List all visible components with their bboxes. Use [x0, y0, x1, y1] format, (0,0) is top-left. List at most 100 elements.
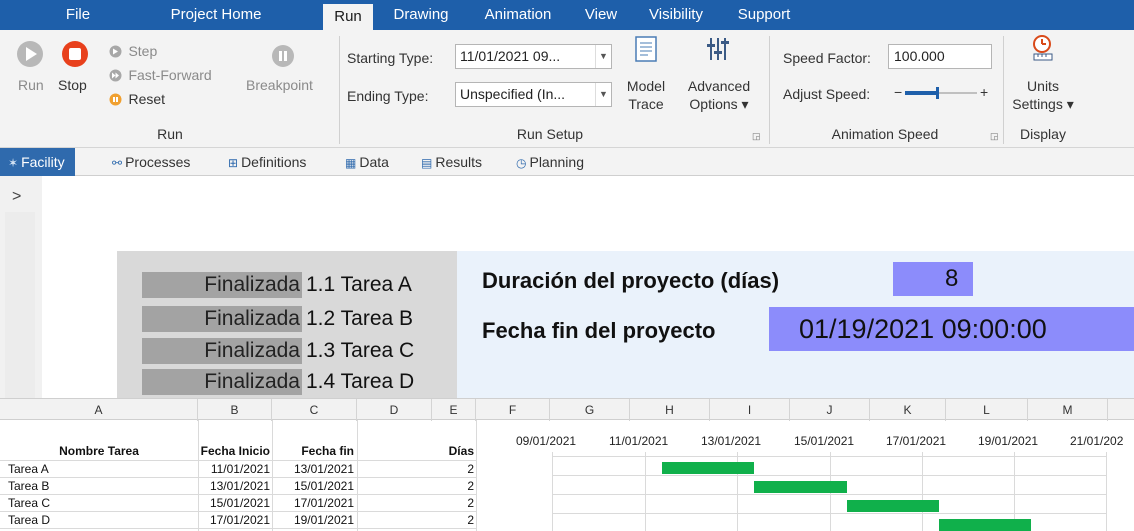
- units-settings-button[interactable]: [1031, 34, 1055, 67]
- cell-end-date[interactable]: 13/01/2021: [272, 461, 354, 478]
- breakpoint-label: Breakpoint: [246, 77, 313, 93]
- column-header[interactable]: M: [1028, 399, 1108, 421]
- model-trace-button[interactable]: [635, 36, 657, 67]
- column-header[interactable]: K: [870, 399, 946, 421]
- fast-forward-button[interactable]: Fast-Forward: [109, 67, 212, 85]
- menu-drawing[interactable]: Drawing: [386, 0, 456, 30]
- starting-type-combo[interactable]: 11/01/2021 09... ▼: [455, 44, 612, 69]
- ending-type-combo[interactable]: Unspecified (In... ▼: [455, 82, 612, 107]
- menu-visibility[interactable]: Visibility: [640, 0, 712, 30]
- ribbon: Run Stop Step Fast-Forward Reset Breakpo…: [0, 30, 1134, 148]
- column-header[interactable]: F: [476, 399, 550, 421]
- cell-start-date[interactable]: 17/01/2021: [198, 512, 270, 529]
- cell-task-name[interactable]: Tarea D: [8, 512, 50, 529]
- column-header[interactable]: H: [630, 399, 710, 421]
- tab-planning[interactable]: ◷ Planning: [516, 150, 584, 174]
- tab-definitions[interactable]: ⊞ Definitions: [228, 150, 306, 174]
- tab-facility[interactable]: ✶ Facility: [0, 148, 75, 176]
- grid-line: [476, 420, 477, 531]
- gantt-grid-line: [552, 494, 1106, 495]
- run-button[interactable]: [16, 40, 44, 73]
- chevron-down-icon[interactable]: ▼: [595, 83, 611, 106]
- end-date-label: Fecha fin del proyecto: [482, 318, 716, 343]
- column-header[interactable]: G: [550, 399, 630, 421]
- duration-value: 8: [893, 262, 973, 296]
- tab-data[interactable]: ▦ Data: [345, 150, 389, 174]
- menu-view[interactable]: View: [577, 0, 625, 30]
- column-header[interactable]: J: [790, 399, 870, 421]
- cell-days[interactable]: 2: [432, 461, 474, 478]
- cell-days[interactable]: 2: [432, 495, 474, 512]
- task-state: Finalizada: [142, 272, 302, 298]
- cell-days[interactable]: 2: [432, 478, 474, 495]
- task-state: Finalizada: [142, 369, 302, 395]
- header-start[interactable]: Fecha Inicio: [198, 443, 270, 460]
- task-state: Finalizada: [142, 306, 302, 332]
- planning-icon: ◷: [516, 156, 527, 170]
- gantt-date-label: 19/01/2021: [978, 434, 1039, 448]
- column-header[interactable]: E: [432, 399, 476, 421]
- menu-bar: File Project Home Run Drawing Animation …: [0, 0, 1134, 30]
- dialog-launcher-icon[interactable]: ◲: [752, 131, 761, 142]
- column-header[interactable]: I: [710, 399, 790, 421]
- header-days[interactable]: Días: [432, 443, 474, 460]
- column-header[interactable]: C: [272, 399, 357, 421]
- chevron-down-icon[interactable]: ▼: [595, 45, 611, 68]
- cell-end-date[interactable]: 19/01/2021: [272, 512, 354, 529]
- advanced-options-button[interactable]: [706, 36, 730, 67]
- gantt-grid-line: [645, 452, 646, 531]
- column-header[interactable]: L: [946, 399, 1028, 421]
- column-header[interactable]: B: [198, 399, 272, 421]
- menu-run[interactable]: Run: [323, 4, 373, 30]
- breakpoint-button[interactable]: [271, 44, 295, 73]
- menu-support[interactable]: Support: [728, 0, 800, 30]
- gantt-grid-line: [552, 475, 1106, 476]
- speed-slider[interactable]: [905, 86, 977, 100]
- step-button[interactable]: Step: [109, 43, 157, 61]
- data-icon: ▦: [345, 156, 357, 170]
- tab-processes[interactable]: ⚯ Processes: [112, 150, 190, 174]
- gantt-date-label: 21/01/202: [1070, 434, 1124, 448]
- document-tabs: ✶ Facility ⚯ Processes ⊞ Definitions ▦ Data …: [0, 148, 1134, 176]
- menu-project-home[interactable]: Project Home: [158, 0, 274, 30]
- display-group-label: Display: [1020, 126, 1066, 142]
- header-name[interactable]: Nombre Tarea: [0, 443, 198, 460]
- run-setup-group-label: Run Setup: [516, 126, 584, 142]
- reset-label: Reset: [128, 91, 166, 107]
- cell-task-name[interactable]: Tarea C: [8, 495, 50, 512]
- header-end[interactable]: Fecha fin: [272, 443, 354, 460]
- stop-button[interactable]: [61, 40, 89, 73]
- speed-increase-button[interactable]: +: [980, 84, 988, 100]
- cell-end-date[interactable]: 15/01/2021: [272, 478, 354, 495]
- column-header[interactable]: D: [357, 399, 432, 421]
- task-name: 1.3 Tarea C: [306, 339, 415, 362]
- model-trace-icon: [635, 36, 657, 62]
- tab-planning-label: Planning: [529, 154, 584, 170]
- slider-thumb[interactable]: [936, 87, 940, 99]
- speed-decrease-button[interactable]: −: [894, 84, 902, 100]
- breakpoint-icon: [272, 45, 294, 67]
- menu-animation[interactable]: Animation: [474, 0, 562, 30]
- cell-days[interactable]: 2: [432, 512, 474, 529]
- task-state: Finalizada: [142, 338, 302, 364]
- play-icon: [17, 41, 43, 67]
- cell-start-date[interactable]: 11/01/2021: [198, 461, 270, 478]
- cell-task-name[interactable]: Tarea B: [8, 478, 49, 495]
- column-header[interactable]: A: [0, 399, 198, 421]
- tab-results[interactable]: ▤ Results: [421, 150, 482, 174]
- cell-start-date[interactable]: 13/01/2021: [198, 478, 270, 495]
- tab-processes-label: Processes: [125, 154, 191, 170]
- reset-button[interactable]: Reset: [109, 91, 165, 109]
- units-settings-label-1: Units: [1027, 78, 1059, 94]
- menu-file[interactable]: File: [54, 0, 102, 30]
- cell-end-date[interactable]: 17/01/2021: [272, 495, 354, 512]
- speed-factor-input[interactable]: 100.000: [888, 44, 992, 69]
- units-settings-label-2: Settings ▾: [1012, 96, 1074, 112]
- stop-label: Stop: [58, 77, 87, 93]
- cell-start-date[interactable]: 15/01/2021: [198, 495, 270, 512]
- gantt-date-label: 17/01/2021: [886, 434, 947, 448]
- gantt-grid-line: [552, 452, 553, 531]
- cell-task-name[interactable]: Tarea A: [8, 461, 49, 478]
- expand-panel-button[interactable]: >: [12, 188, 21, 206]
- dialog-launcher-icon[interactable]: ◲: [990, 131, 999, 142]
